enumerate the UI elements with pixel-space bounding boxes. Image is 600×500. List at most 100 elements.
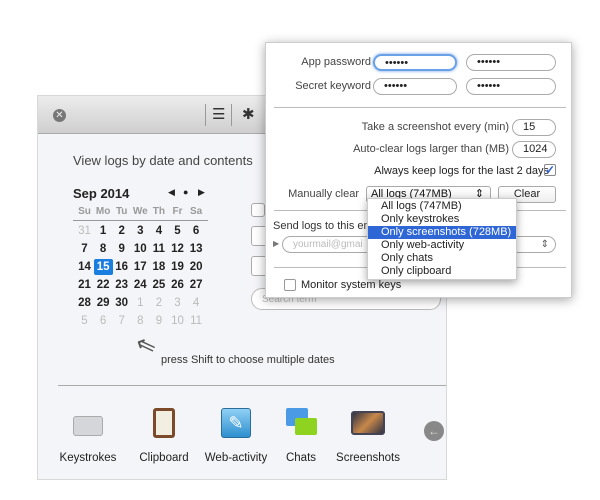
calendar-day[interactable]: 6 [94,313,113,329]
category-label: Screenshots [336,452,400,464]
send-logs-label: Send logs to this em [273,220,373,232]
gear-icon[interactable]: ✱ [242,105,255,123]
checkbox[interactable] [251,203,265,217]
screenshot-icon [351,411,385,435]
app-password-confirm-field[interactable]: •••••• [466,54,556,71]
screenshot-interval-field[interactable]: 15 [512,119,556,136]
close-icon[interactable]: ✕ [53,109,66,122]
prev-month-icon[interactable]: ◀ [168,187,175,198]
weekday-header: Mo [95,206,111,217]
app-password-field[interactable]: •••••• [373,54,457,71]
calendar-day[interactable]: 10 [168,313,187,329]
autoclear-field[interactable]: 1024 [512,141,556,158]
calendar-month: Sep 2014 [73,186,130,201]
calendar-day[interactable]: 7 [112,313,131,329]
calendar-day[interactable]: 16 [112,259,131,275]
secret-keyword-label: Secret keyword [295,80,371,92]
monitor-keys-checkbox[interactable] [284,279,296,291]
menu-item[interactable]: Only keystrokes [368,213,516,226]
calendar-day[interactable]: 3 [168,295,187,311]
chat-bubbles-icon [286,408,317,438]
calendar-day[interactable]: 25 [149,277,168,293]
divider [58,385,446,386]
calendar-day[interactable]: 26 [168,277,187,293]
heading: View logs by date and contents [73,153,253,168]
category-keystrokes[interactable]: Keystrokes [53,408,123,464]
keep-logs-checkbox[interactable]: ✓ [544,164,556,176]
calendar-day[interactable]: 27 [187,277,206,293]
calendar-day[interactable]: 23 [112,277,131,293]
calendar-day[interactable]: 14 [75,259,94,275]
secret-keyword-field[interactable]: •••••• [373,78,457,95]
weekday-header: We [132,206,148,217]
secret-keyword-confirm-field[interactable]: •••••• [466,78,556,95]
next-month-icon[interactable]: ▶ [198,187,205,198]
calendar-day[interactable]: 8 [94,241,113,257]
calendar-day[interactable]: 5 [168,223,187,239]
monitor-keys-label: Monitor system keys [301,279,402,291]
disclosure-triangle-icon[interactable]: ▶ [273,239,279,248]
manual-clear-label: Manually clear [288,188,359,200]
calendar-day[interactable]: 1 [94,223,113,239]
calendar-day[interactable]: 3 [131,223,150,239]
calendar-day[interactable]: 18 [149,259,168,275]
menu-item[interactable]: Only clipboard [368,265,516,278]
keyboard-icon [73,416,103,436]
divider [274,107,566,108]
calendar-day[interactable]: 21 [75,277,94,293]
menu-item[interactable]: All logs (747MB) [368,200,516,213]
divider [205,104,206,126]
calendar-day[interactable]: 17 [131,259,150,275]
calendar-day[interactable]: 9 [149,313,168,329]
compass-icon: ✎ [221,408,251,438]
menu-item[interactable]: Only screenshots (728MB) [368,226,516,239]
calendar-day[interactable]: 1 [131,295,150,311]
calendar-day[interactable]: 15 [93,259,113,275]
category-chats[interactable]: Chats [266,408,336,464]
calendar-day[interactable]: 2 [149,295,168,311]
calendar-day[interactable]: 10 [131,241,150,257]
screenshot-interval-label: Take a screenshot every (min) [361,121,509,133]
category-label: Chats [285,452,317,464]
manual-clear-dropdown-menu: All logs (747MB) Only keystrokes Only scre… [367,198,517,280]
clipboard-icon [153,408,175,438]
calendar-day[interactable]: 29 [94,295,113,311]
category-label: Clipboard [139,452,189,464]
menu-item[interactable]: Only chats [368,252,516,265]
calendar-day[interactable]: 20 [187,259,206,275]
weekday-header: Th [152,206,165,217]
calendar-day[interactable]: 4 [149,223,168,239]
calendar-day[interactable]: 31 [75,223,94,239]
calendar-day[interactable]: 12 [168,241,187,257]
calendar-day[interactable]: 28 [75,295,94,311]
menu-item[interactable]: Only web-activity [368,239,516,252]
app-password-label: App password [301,56,371,68]
calendar-day[interactable]: 11 [187,313,206,329]
calendar-day[interactable]: 13 [187,241,206,257]
category-label: Keystrokes [59,452,117,464]
category-clipboard[interactable]: Clipboard [129,408,199,464]
hint-text: press Shift to choose multiple dates [161,354,335,366]
back-arrow-icon[interactable]: ← [424,421,444,441]
calendar-day[interactable]: 6 [187,223,206,239]
keep-logs-label: Always keep logs for the last 2 days [374,165,549,177]
calendar-day[interactable]: 9 [112,241,131,257]
calendar-day[interactable]: 7 [75,241,94,257]
calendar-day[interactable]: 2 [112,223,131,239]
category-label: Web-activity [204,452,268,464]
category-web-activity[interactable]: ✎ Web-activity [201,408,271,464]
calendar-day[interactable]: 4 [187,295,206,311]
calendar-day[interactable]: 8 [131,313,150,329]
email-placeholder: yourmail@gmai [293,239,363,250]
category-screenshots[interactable]: Screenshots [333,408,403,464]
arrow-icon: ⇖ [131,329,161,362]
calendar-day[interactable]: 19 [168,259,187,275]
calendar-day[interactable]: 11 [149,241,168,257]
calendar-day[interactable]: 30 [112,295,131,311]
today-icon[interactable]: ● [183,187,188,197]
list-icon[interactable]: ☰ [212,105,225,123]
calendar-day[interactable]: 24 [131,277,150,293]
divider [73,220,208,221]
calendar-day[interactable]: 5 [75,313,94,329]
calendar-day[interactable]: 22 [94,277,113,293]
